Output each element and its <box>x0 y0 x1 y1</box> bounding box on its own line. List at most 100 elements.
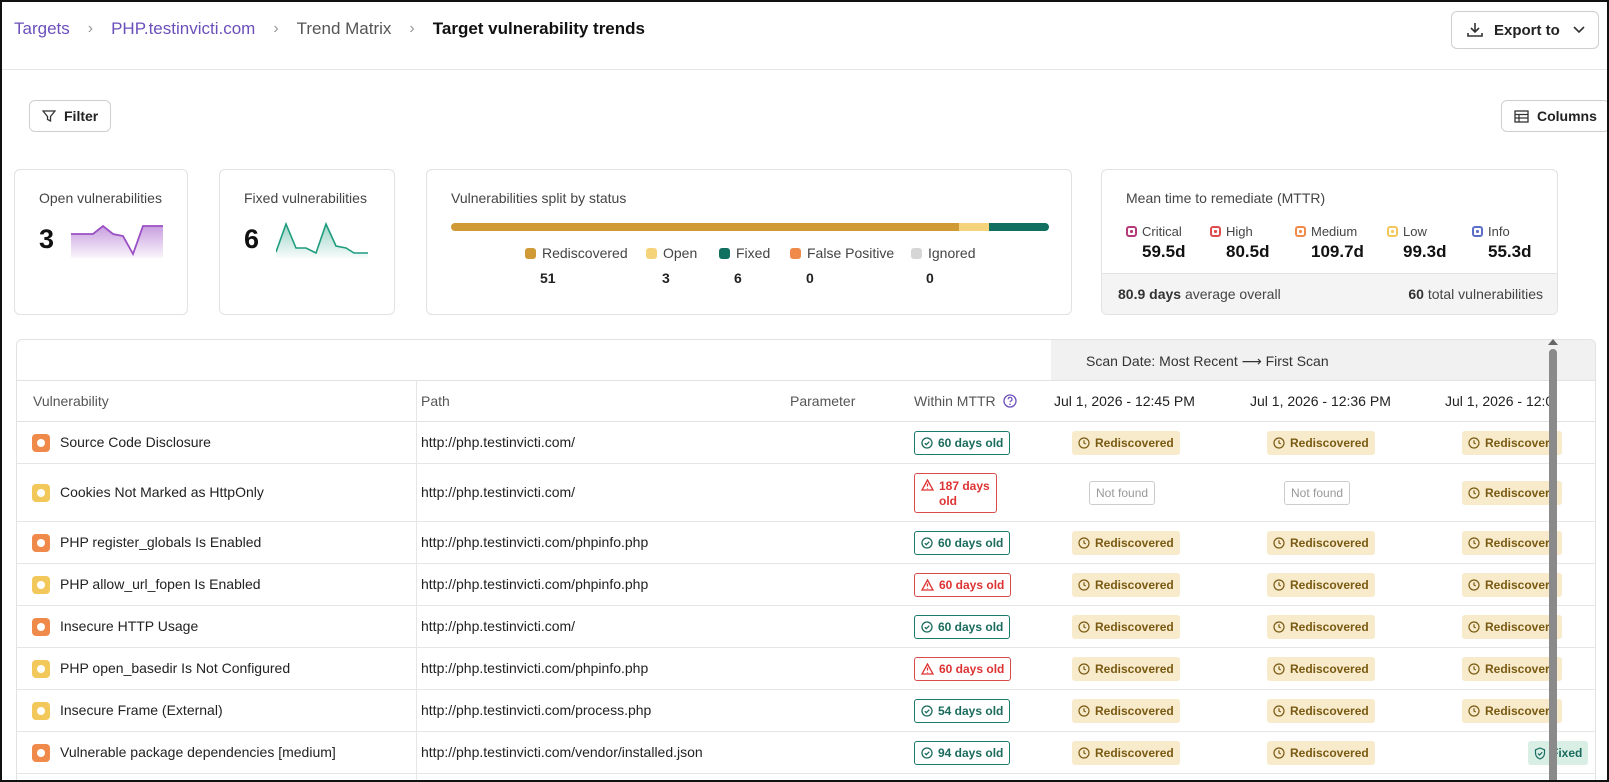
vulnerability-name[interactable]: Insecure Frame (External) <box>60 702 223 718</box>
status-label: Rediscovered <box>1095 620 1174 634</box>
table-row[interactable]: Vulnerable package dependencies [medium]… <box>17 732 1595 774</box>
columns-button[interactable]: Columns <box>1501 100 1607 132</box>
warning-icon <box>921 663 934 675</box>
clock-icon <box>1468 579 1480 591</box>
chevron-right-icon: › <box>273 20 279 37</box>
legend-dot <box>911 248 922 259</box>
clock-icon <box>1078 437 1090 449</box>
mttr-value: 59.5d <box>1142 242 1186 261</box>
mttr-text-line: old <box>939 494 957 508</box>
export-button[interactable]: Export to <box>1451 11 1599 49</box>
mttr-badge[interactable]: 60 days old <box>914 657 1012 681</box>
table-row[interactable]: Insecure Frame (External) http://php.tes… <box>17 690 1595 732</box>
breadcrumb-target[interactable]: PHP.testinvicti.com <box>111 19 255 39</box>
clock-icon <box>1078 537 1090 549</box>
vulnerability-name[interactable]: Insecure HTTP Usage <box>60 618 198 634</box>
clock-icon <box>1273 747 1285 759</box>
status-rediscovered[interactable]: Rediscovered <box>1267 657 1375 681</box>
card-title: Fixed vulnerabilities <box>244 190 367 206</box>
legend-dot <box>525 248 536 259</box>
help-icon[interactable] <box>1002 394 1017 408</box>
mttr-info: Info 55.3d <box>1472 224 1531 262</box>
table-row[interactable]: PHP register_globals Is Enabled http://p… <box>17 522 1595 564</box>
table-row[interactable]: Insecure HTTP Usage http://php.testinvic… <box>17 606 1595 648</box>
scroll-up-icon[interactable] <box>1548 339 1558 345</box>
status-rediscovered[interactable]: Rediscovered <box>1267 615 1375 639</box>
status-label: Rediscovere <box>1485 486 1557 500</box>
column-within-mttr[interactable]: Within MTTR <box>914 393 1017 409</box>
open-vulnerabilities-card[interactable]: Open vulnerabilities 3 <box>14 169 188 315</box>
column-vulnerability[interactable]: Vulnerability <box>33 393 109 409</box>
table-row[interactable]: Source Code Disclosure http://php.testin… <box>17 422 1595 464</box>
mttr-badge[interactable]: 54 days old <box>914 699 1011 723</box>
status-not-found[interactable]: Not found <box>1089 481 1156 505</box>
status-rediscovered[interactable]: Rediscovered <box>1267 699 1375 723</box>
filter-button[interactable]: Filter <box>29 100 112 132</box>
mttr-badge[interactable]: 94 days old <box>914 741 1011 765</box>
clock-check-icon <box>921 537 933 549</box>
status-rediscovered[interactable]: Rediscovered <box>1072 573 1180 597</box>
status-not-found[interactable]: Not found <box>1284 481 1351 505</box>
app-frame: Targets › PHP.testinvicti.com › Trend Ma… <box>0 0 1609 782</box>
chevron-right-icon: › <box>87 20 94 37</box>
mttr-badge[interactable]: 60 days old <box>914 573 1012 597</box>
legend-ignored: Ignored 0 <box>911 245 975 286</box>
status-rediscovered[interactable]: Rediscovered <box>1072 431 1180 455</box>
clock-icon <box>1078 747 1090 759</box>
column-scan-1[interactable]: Jul 1, 2026 - 12:45 PM <box>1054 393 1195 409</box>
breadcrumb-trend-matrix[interactable]: Trend Matrix <box>297 19 392 39</box>
status-label: Rediscovered <box>1290 578 1369 592</box>
status-bar-rediscovered <box>451 223 960 231</box>
mttr-badge[interactable]: 60 days old <box>914 531 1011 555</box>
status-rediscovered[interactable]: Rediscovered <box>1072 615 1180 639</box>
mttr-text: 60 days old <box>939 662 1005 676</box>
status-label: Rediscovered <box>1290 662 1369 676</box>
mttr-card[interactable]: Mean time to remediate (MTTR) Critical 5… <box>1101 169 1558 315</box>
open-count: 3 <box>39 224 55 254</box>
vulnerability-name[interactable]: PHP allow_url_fopen Is Enabled <box>60 576 261 592</box>
mttr-badge[interactable]: 60 days old <box>914 615 1011 639</box>
vulnerability-name[interactable]: PHP register_globals Is Enabled <box>60 534 261 550</box>
column-scan-3[interactable]: Jul 1, 2026 - 12:0 <box>1445 393 1553 409</box>
status-label: Rediscovere <box>1485 662 1557 676</box>
clock-icon <box>1468 663 1480 675</box>
mttr-badge[interactable]: 187 days old <box>914 473 997 513</box>
mttr-text: 94 days old <box>938 746 1004 760</box>
clock-icon <box>1273 579 1285 591</box>
vulnerability-name[interactable]: PHP open_basedir Is Not Configured <box>60 660 290 676</box>
status-rediscovered[interactable]: Rediscovered <box>1072 657 1180 681</box>
vulnerability-name[interactable]: Cookies Not Marked as HttpOnly <box>60 484 264 500</box>
table-scrollbar[interactable] <box>1547 339 1559 780</box>
page-title: Target vulnerability trends <box>432 19 645 38</box>
status-rediscovered[interactable]: Rediscovered <box>1267 573 1375 597</box>
medium-severity-icon <box>1295 226 1306 237</box>
status-split-card[interactable]: Vulnerabilities split by status Rediscov… <box>426 169 1072 315</box>
status-rediscovered[interactable]: Rediscovered <box>1072 531 1180 555</box>
clock-icon <box>1273 705 1285 717</box>
status-rediscovered[interactable]: Rediscovered <box>1072 741 1180 765</box>
mttr-badge[interactable]: 60 days old <box>914 431 1011 455</box>
table-row[interactable]: PHP allow_url_fopen Is Enabled http://ph… <box>17 564 1595 606</box>
table-row[interactable]: PHP open_basedir Is Not Configured http:… <box>17 648 1595 690</box>
status-rediscovered[interactable]: Rediscovered <box>1072 699 1180 723</box>
vulnerability-name[interactable]: Vulnerable package dependencies [medium] <box>60 744 336 760</box>
fixed-vulnerabilities-card[interactable]: Fixed vulnerabilities 6 <box>219 169 395 315</box>
breadcrumb-targets[interactable]: Targets <box>14 19 70 39</box>
column-scan-2[interactable]: Jul 1, 2026 - 12:36 PM <box>1250 393 1391 409</box>
legend-value: 3 <box>662 270 670 286</box>
status-rediscovered[interactable]: Rediscovered <box>1267 741 1375 765</box>
scroll-thumb[interactable] <box>1549 349 1557 780</box>
mttr-text: 60 days old <box>939 578 1005 592</box>
column-path[interactable]: Path <box>421 393 450 409</box>
mttr-label: Low <box>1403 224 1427 239</box>
vulnerability-name[interactable]: Source Code Disclosure <box>60 434 211 450</box>
status-rediscovered[interactable]: Rediscovered <box>1267 431 1375 455</box>
column-parameter[interactable]: Parameter <box>790 393 855 409</box>
status-rediscovered[interactable]: Rediscovered <box>1267 531 1375 555</box>
severity-icon <box>32 534 50 552</box>
warning-icon <box>921 579 934 591</box>
mttr-value: 99.3d <box>1403 242 1447 261</box>
mttr-summary: 80.9 days average overall 60 total vulne… <box>1102 273 1557 314</box>
clock-icon <box>1468 537 1480 549</box>
table-row[interactable]: Cookies Not Marked as HttpOnly http://ph… <box>17 464 1595 522</box>
